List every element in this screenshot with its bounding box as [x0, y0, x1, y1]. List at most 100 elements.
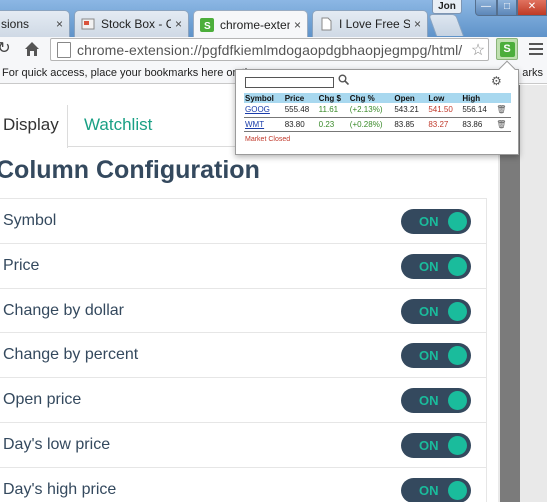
address-bar[interactable]: chrome-extension://pgfdfkiemlmdogaopdgbh…: [50, 38, 489, 61]
high-cell: 83.86: [461, 117, 496, 132]
stock-box-favicon-icon: [81, 17, 95, 31]
chrome-menu-icon[interactable]: [528, 40, 544, 58]
bookmark-star-icon[interactable]: ☆: [468, 40, 488, 60]
change-cell: 0.23: [317, 117, 349, 132]
high-price-toggle[interactable]: ON: [401, 477, 471, 502]
tab-close-icon[interactable]: ×: [414, 17, 421, 31]
tab-close-icon[interactable]: ×: [294, 18, 301, 32]
tab-stock-box[interactable]: Stock Box - Chr ×: [74, 10, 189, 37]
table-row: GOOG 555.48 11.61 (+2.13%) 543.21 541.50…: [244, 103, 511, 118]
tab-chrome-extension[interactable]: S chrome-extensi ×: [193, 10, 308, 38]
toggle-state: ON: [419, 258, 439, 274]
tab-extensions[interactable]: sions ×: [0, 10, 70, 37]
trash-icon[interactable]: 🗑: [495, 103, 511, 118]
toggle-knob: [448, 391, 467, 411]
symbol-link[interactable]: GOOG: [244, 103, 284, 118]
tab-display[interactable]: Display: [0, 105, 68, 148]
extension-favicon-icon: S: [200, 17, 214, 32]
column-label: Day's high price: [3, 480, 117, 498]
change-dollar-toggle[interactable]: ON: [401, 298, 471, 324]
user-profile-button[interactable]: Jon: [432, 0, 462, 14]
column-header: Price: [283, 93, 318, 103]
reload-icon[interactable]: ↻: [0, 39, 14, 59]
toggle-state: ON: [419, 437, 439, 453]
market-status: Market Closed: [245, 136, 291, 143]
change-percent-cell: (+2.13%): [348, 103, 394, 118]
tab-watchlist[interactable]: Watchlist: [84, 105, 152, 147]
bookmarks-hint: For quick access, place your bookmarks h…: [2, 67, 257, 79]
low-cell: 83.27: [427, 117, 462, 132]
list-item: Day's high price ON: [0, 468, 486, 502]
tab-title: Stock Box - Chr: [101, 17, 171, 31]
trash-icon[interactable]: 🗑: [495, 117, 511, 132]
toggle-knob: [448, 212, 467, 231]
tab-title: I Love Free Soft: [339, 17, 410, 31]
column-header: Chg $: [317, 93, 349, 103]
url-text[interactable]: chrome-extension://pgfdfkiemlmdogaopdgbh…: [77, 42, 468, 58]
symbol-toggle[interactable]: ON: [401, 209, 471, 234]
symbol-link[interactable]: WMT: [244, 117, 284, 132]
page-title: Column Configuration: [0, 156, 260, 184]
page-icon: [57, 41, 71, 58]
list-item: Change by percent ON: [0, 333, 486, 379]
search-icon[interactable]: [338, 74, 350, 88]
open-price-toggle[interactable]: ON: [401, 388, 471, 414]
svg-text:S: S: [204, 21, 211, 32]
column-header: High: [461, 93, 496, 103]
change-percent-cell: (+0.28%): [348, 117, 394, 132]
tab-i-love-free-software[interactable]: I Love Free Soft ×: [312, 10, 428, 37]
change-percent-toggle[interactable]: ON: [401, 343, 471, 369]
other-bookmarks-label[interactable]: arks: [522, 62, 543, 83]
low-price-toggle[interactable]: ON: [401, 432, 471, 458]
toggle-knob: [448, 346, 467, 366]
list-item: Change by dollar ON: [0, 289, 486, 334]
column-header: Chg %: [348, 93, 394, 103]
tab-title: sions: [1, 17, 30, 31]
extension-label: S: [499, 41, 515, 57]
tab-title: chrome-extensi: [220, 17, 290, 32]
stock-box-extension-button[interactable]: S: [496, 38, 518, 60]
column-header: Symbol: [244, 93, 284, 103]
toggle-state: ON: [419, 482, 439, 498]
price-toggle[interactable]: ON: [401, 253, 471, 279]
browser-toolbar: ↻ chrome-extension://pgfdfkiemlmdogaopdg…: [0, 37, 547, 62]
toggle-state: ON: [419, 393, 439, 409]
tab-close-icon[interactable]: ×: [56, 17, 63, 31]
list-item: Day's low price ON: [0, 423, 486, 468]
symbol-search-input[interactable]: [245, 77, 334, 88]
toggle-state: ON: [419, 214, 439, 229]
toggle-knob: [448, 256, 467, 276]
column-header: Low: [427, 93, 462, 103]
toggle-state: ON: [419, 303, 439, 319]
list-item: Price ON: [0, 244, 486, 289]
toggle-knob: [448, 435, 467, 455]
toggle-knob: [448, 480, 467, 500]
window-frame: sions × Stock Box - Chr × S chrome-exten…: [0, 0, 547, 38]
stock-box-popup: ⚙ Symbol Price Chg $ Chg % Open Low High…: [235, 60, 519, 155]
column-label: Change by dollar: [3, 301, 124, 319]
open-cell: 543.21: [393, 103, 428, 118]
table-header-row: Symbol Price Chg $ Chg % Open Low High: [244, 93, 511, 103]
low-cell: 541.50: [427, 103, 462, 118]
column-config-list: Symbol ON Price ON Change by dollar ON C…: [0, 198, 487, 502]
page-favicon-icon: [319, 17, 333, 31]
minimize-window-button[interactable]: —: [475, 0, 497, 16]
column-label: Open price: [3, 391, 82, 409]
new-tab-button[interactable]: [427, 14, 465, 36]
column-label: Day's low price: [3, 435, 111, 453]
close-window-button[interactable]: ✕: [517, 0, 547, 16]
tab-close-icon[interactable]: ×: [175, 17, 182, 31]
gear-icon[interactable]: ⚙: [491, 74, 502, 88]
price-cell: 83.80: [283, 117, 318, 132]
column-label: Price: [3, 256, 40, 274]
home-icon[interactable]: [22, 39, 42, 59]
open-cell: 83.85: [393, 117, 428, 132]
column-label: Symbol: [3, 212, 57, 229]
stock-table: Symbol Price Chg $ Chg % Open Low High G…: [244, 93, 511, 132]
toggle-knob: [448, 301, 467, 321]
price-cell: 555.48: [283, 103, 318, 118]
change-cell: 11.61: [317, 103, 349, 118]
high-cell: 556.14: [461, 103, 496, 118]
maximize-window-button[interactable]: □: [497, 0, 517, 16]
list-item: Symbol ON: [0, 199, 486, 244]
